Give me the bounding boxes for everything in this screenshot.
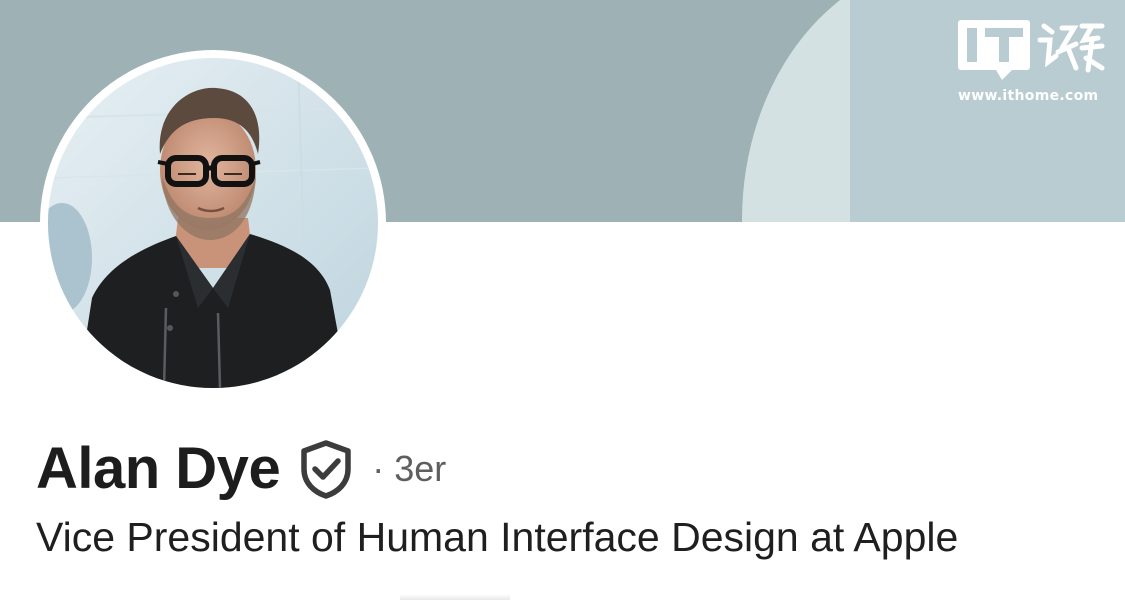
profile-name: Alan Dye — [36, 436, 281, 501]
avatar[interactable] — [40, 50, 386, 396]
cut-off-content — [400, 594, 510, 600]
profile-photo — [48, 58, 378, 388]
ithome-logo-icon — [958, 18, 1106, 87]
watermark-url: www.ithome.com — [958, 88, 1099, 104]
name-row: Alan Dye · 3er — [36, 434, 446, 504]
profile-headline: Vice President of Human Interface Design… — [36, 514, 959, 560]
connection-degree: · 3er — [372, 434, 446, 504]
degree-separator: · — [372, 448, 385, 489]
verified-shield-icon[interactable] — [298, 439, 354, 499]
degree-label: 3er — [394, 448, 447, 489]
watermark: www.ithome.com — [956, 14, 1116, 114]
